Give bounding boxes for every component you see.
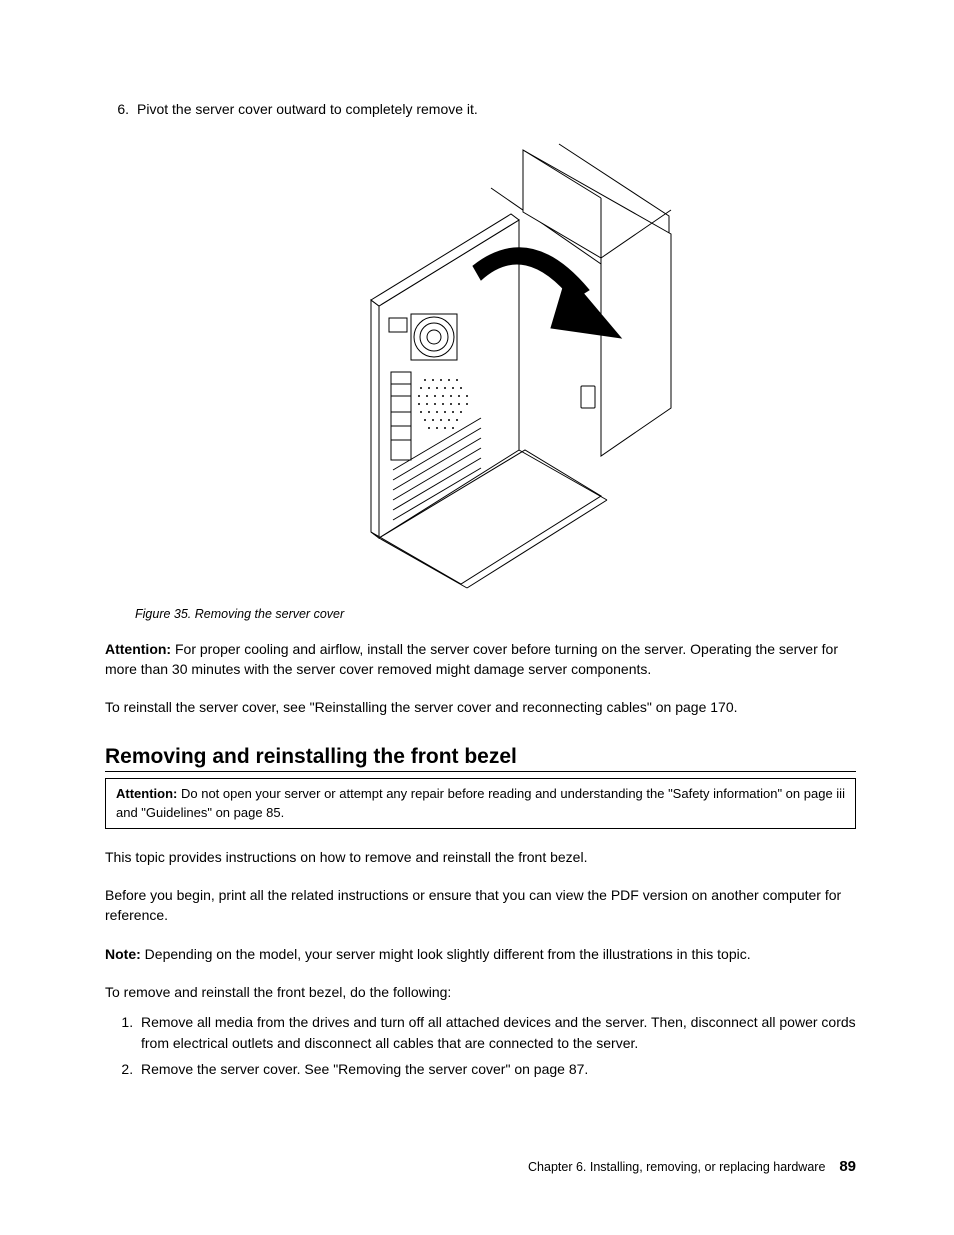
procedure-step-1: Remove all media from the drives and tur… <box>137 1012 856 1053</box>
footer-chapter: Chapter 6. Installing, removing, or repl… <box>528 1160 825 1174</box>
footer-page-number: 89 <box>839 1158 856 1175</box>
figure-number: Figure 35. <box>135 607 191 621</box>
attention-paragraph: Attention: For proper cooling and airflo… <box>105 639 856 680</box>
page-footer: Chapter 6. Installing, removing, or repl… <box>528 1158 856 1175</box>
procedure-steps: Remove all media from the drives and tur… <box>105 1012 856 1079</box>
step-number: 6. <box>105 100 129 120</box>
section-attention-box: Attention: Do not open your server or at… <box>105 778 856 828</box>
note-paragraph: Note: Depending on the model, your serve… <box>105 944 856 964</box>
before-paragraph: Before you begin, print all the related … <box>105 885 856 926</box>
attention-text: For proper cooling and airflow, install … <box>105 641 838 677</box>
figure-35 <box>105 140 856 593</box>
step-text: Pivot the server cover outward to comple… <box>137 100 478 120</box>
server-cover-illustration <box>271 140 691 590</box>
section-attention-label: Attention: <box>116 786 177 801</box>
procedure-intro: To remove and reinstall the front bezel,… <box>105 982 856 1002</box>
figure-caption-text: Removing the server cover <box>195 607 344 621</box>
note-text: Depending on the model, your server migh… <box>141 946 751 962</box>
step-6: 6. Pivot the server cover outward to com… <box>105 100 856 120</box>
section-title: Removing and reinstalling the front beze… <box>105 745 856 772</box>
section-attention-text: Do not open your server or attempt any r… <box>116 786 845 819</box>
intro-paragraph: This topic provides instructions on how … <box>105 847 856 867</box>
reinstall-paragraph: To reinstall the server cover, see "Rein… <box>105 697 856 717</box>
procedure-step-2: Remove the server cover. See "Removing t… <box>137 1059 856 1079</box>
figure-caption: Figure 35. Removing the server cover <box>135 607 856 621</box>
attention-label: Attention: <box>105 641 171 657</box>
note-label: Note: <box>105 946 141 962</box>
